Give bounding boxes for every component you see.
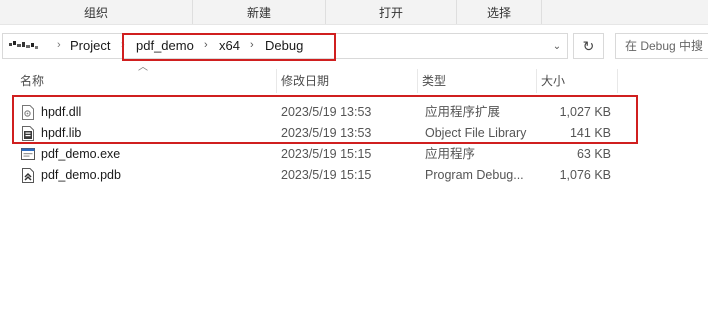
ribbon-group-open[interactable]: 打开 — [326, 0, 457, 24]
lib-file-icon — [22, 126, 34, 141]
column-header: ︿ 名称 修改日期 类型 大小 — [0, 63, 708, 93]
breadcrumb-pdf-demo[interactable]: pdf_demo — [136, 38, 194, 53]
breadcrumb-separator[interactable]: › — [204, 39, 208, 51]
ribbon-group-select[interactable]: 选择 — [457, 0, 542, 24]
file-name: hpdf.lib — [41, 126, 82, 140]
file-size: 141 KB — [569, 126, 611, 140]
location-icon — [9, 41, 38, 49]
refresh-button[interactable]: ↻ — [573, 33, 604, 59]
file-date: 2023/5/19 15:15 — [281, 168, 372, 182]
file-name: pdf_demo.exe — [41, 147, 121, 161]
file-size: 63 KB — [576, 147, 611, 161]
breadcrumb-x64[interactable]: x64 — [219, 38, 240, 53]
chevron-down-icon[interactable]: ⌄ — [549, 39, 565, 55]
pdb-file-icon — [22, 168, 34, 183]
column-date-modified[interactable]: 修改日期 — [277, 69, 418, 93]
file-date: 2023/5/19 13:53 — [281, 105, 372, 119]
file-name: pdf_demo.pdb — [41, 168, 121, 182]
refresh-icon: ↻ — [582, 38, 595, 54]
file-type: 应用程序 — [425, 147, 476, 161]
breadcrumb-debug[interactable]: Debug — [265, 38, 303, 53]
file-row[interactable]: hpdf.lib 2023/5/19 13:53 Object File Lib… — [16, 123, 636, 144]
file-date: 2023/5/19 15:15 — [281, 147, 372, 161]
navigation-row: › Project › pdf_demo › x64 › Debug ⌄ ↻ 在… — [0, 24, 708, 69]
exe-file-icon — [21, 148, 35, 160]
breadcrumb-separator[interactable]: › — [250, 39, 254, 51]
column-type[interactable]: 类型 — [418, 69, 537, 93]
ribbon-group-organize[interactable]: 组织 — [0, 0, 193, 24]
file-type: Program Debug... — [425, 168, 524, 182]
search-input[interactable]: 在 Debug 中搜 — [615, 33, 708, 59]
file-row[interactable]: pdf_demo.pdb 2023/5/19 15:15 Program Deb… — [16, 165, 636, 186]
column-name[interactable]: 名称 — [16, 69, 277, 93]
breadcrumb-separator[interactable]: › — [121, 39, 125, 51]
file-name: hpdf.dll — [41, 105, 82, 119]
dll-file-icon — [22, 105, 34, 120]
breadcrumb-project[interactable]: Project — [70, 38, 110, 53]
file-date: 2023/5/19 13:53 — [281, 126, 372, 140]
ribbon-group-bar: 组织 新建 打开 选择 — [0, 0, 708, 25]
ribbon-group-new[interactable]: 新建 — [193, 0, 326, 24]
file-row[interactable]: hpdf.dll 2023/5/19 13:53 应用程序扩展 1,027 KB — [16, 102, 636, 123]
file-size: 1,076 KB — [559, 168, 611, 182]
file-type: Object File Library — [425, 126, 527, 140]
file-row[interactable]: pdf_demo.exe 2023/5/19 15:15 应用程序 63 KB — [16, 144, 636, 165]
breadcrumb-separator[interactable]: › — [57, 39, 61, 51]
file-type: 应用程序扩展 — [425, 105, 501, 119]
column-size[interactable]: 大小 — [537, 69, 618, 93]
address-bar[interactable]: › Project › pdf_demo › x64 › Debug ⌄ — [2, 33, 568, 59]
file-size: 1,027 KB — [559, 105, 611, 119]
